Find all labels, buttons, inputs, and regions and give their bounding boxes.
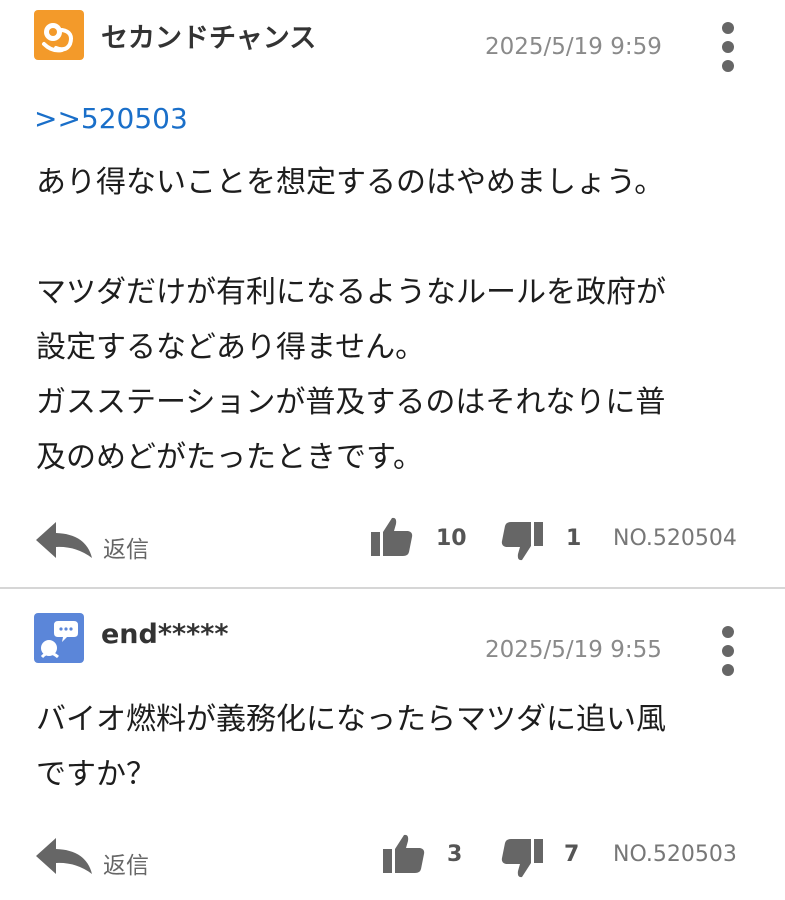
comment-body: あり得ないことを想定するのはやめましょう。 マツダだけが有利になるようなルールを… bbox=[36, 165, 666, 475]
vertical-ellipsis-icon[interactable] bbox=[717, 626, 739, 678]
thumbs-down-icon bbox=[501, 839, 543, 878]
comment-post: end***** 2025/5/19 9:55 バイオ燃料が義務化になったらマツ… bbox=[0, 589, 785, 900]
reply-anchor-link[interactable]: >>520503 bbox=[34, 102, 188, 135]
thumbs-up-icon bbox=[371, 517, 413, 556]
like-count: 3 bbox=[447, 842, 463, 867]
dislike-button[interactable] bbox=[500, 837, 544, 879]
comment-post: セカンドチャンス 2025/5/19 9:59 >>520503 あり得ないこと… bbox=[0, 0, 785, 588]
like-button[interactable] bbox=[382, 833, 426, 875]
reply-label: 返信 bbox=[103, 853, 149, 879]
username[interactable]: end***** bbox=[101, 619, 228, 650]
reply-label: 返信 bbox=[103, 537, 149, 563]
post-number: NO.520503 bbox=[613, 842, 737, 867]
post-number: NO.520504 bbox=[613, 526, 737, 551]
dislike-count: 1 bbox=[566, 526, 582, 551]
like-count: 10 bbox=[436, 526, 467, 551]
post-timestamp: 2025/5/19 9:55 bbox=[485, 637, 662, 663]
reply-button[interactable]: 返信 bbox=[34, 832, 164, 880]
vertical-ellipsis-icon[interactable] bbox=[717, 22, 739, 74]
user-avatar[interactable] bbox=[34, 613, 84, 663]
reply-arrow-icon bbox=[36, 838, 92, 874]
reply-arrow-icon bbox=[36, 522, 92, 558]
dislike-count: 7 bbox=[564, 842, 580, 867]
dislike-button[interactable] bbox=[500, 520, 544, 562]
thumbs-up-icon bbox=[383, 834, 425, 873]
comment-body: バイオ燃料が義務化になったらマツダに追い風 ですか？ bbox=[36, 702, 666, 792]
username[interactable]: セカンドチャンス bbox=[101, 16, 316, 55]
user-avatar[interactable] bbox=[34, 10, 84, 60]
post-timestamp: 2025/5/19 9:59 bbox=[485, 34, 662, 60]
reply-button[interactable]: 返信 bbox=[34, 516, 164, 564]
like-button[interactable] bbox=[370, 516, 414, 558]
thumbs-down-icon bbox=[501, 522, 543, 561]
